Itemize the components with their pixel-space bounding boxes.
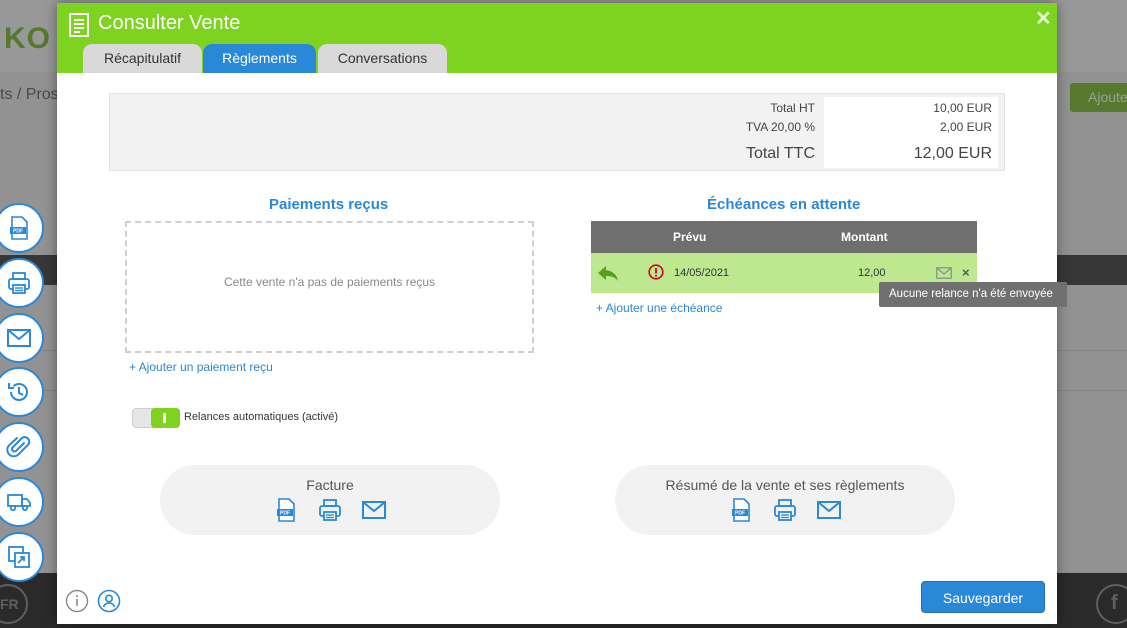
relance-tooltip: Aucune relance n'a été envoyée [879,282,1067,307]
modal-header: Consulter Vente ✕ Récapitulatif Règlemen… [57,3,1057,73]
add-echeance-link[interactable]: + Ajouter une échéance [596,301,722,315]
truck-icon [7,494,31,512]
paiements-recus-title: Paiements reçus [269,196,389,213]
printer-icon [8,272,30,294]
tab-reglements[interactable]: Règlements [203,44,316,73]
pdf-icon: PDF [10,216,28,240]
payments-empty-area: Cette vente n'a pas de paiements reçus [125,221,534,353]
tab-recapitulatif[interactable]: Récapitulatif [83,44,202,73]
payments-empty-text: Cette vente n'a pas de paiements reçus [223,275,436,289]
relances-toggle[interactable] [132,408,180,428]
totals-box: Total HT TVA 20,00 % Total TTC 10,00 EUR… [109,93,1005,171]
info-icon[interactable] [65,589,89,613]
modal-title: Consulter Vente [98,12,241,34]
echeance-amount: 12,00 [858,267,886,279]
mail-icon[interactable] [936,267,952,279]
add-payment-link[interactable]: + Ajouter un paiement reçu [129,360,273,374]
delete-icon[interactable]: × [962,265,970,280]
svg-text:PDF: PDF [13,229,23,235]
paperclip-icon [6,436,31,458]
mail-icon[interactable] [361,497,387,523]
close-icon[interactable]: ✕ [1035,6,1052,31]
total-ht-label: Total HT [770,101,815,115]
totals-values: 10,00 EUR 2,00 EUR 12,00 EUR [824,97,998,168]
pdf-icon[interactable]: PDF [728,497,754,523]
facture-card: Facture PDF [160,465,500,535]
facture-card-title: Facture [306,477,354,493]
col-prevu: Prévu [673,230,707,244]
tva-label: TVA 20,00 % [745,120,815,134]
printer-icon[interactable] [772,497,798,523]
pdf-icon[interactable]: PDF [273,497,299,523]
document-icon [69,13,89,37]
total-ttc-label: Total TTC [745,145,815,162]
consulter-vente-modal: Consulter Vente ✕ Récapitulatif Règlemen… [57,3,1057,624]
relances-label: Relances automatiques (activé) [184,411,339,423]
mail-icon [7,329,31,347]
printer-icon[interactable] [317,497,343,523]
mail-icon[interactable] [816,497,842,523]
history-icon [8,383,28,401]
toggle-knob [151,408,180,428]
col-montant: Montant [841,230,888,244]
total-ttc-value: 12,00 EUR [913,145,992,162]
resume-card: Résumé de la vente et ses règlements PDF [615,465,955,535]
echeance-date: 14/05/2021 [674,267,730,279]
resume-card-title: Résumé de la vente et ses règlements [665,477,905,493]
warning-icon [648,264,664,280]
svg-text:PDF: PDF [280,511,290,517]
tva-value: 2,00 EUR [939,120,992,134]
echeances-title: Échéances en attente [707,196,861,213]
svg-text:PDF: PDF [735,511,745,517]
total-ht-value: 10,00 EUR [933,101,992,115]
user-icon[interactable] [97,589,121,613]
convert-icon [8,546,30,568]
save-button[interactable]: Sauvegarder [921,581,1045,613]
reply-icon[interactable] [597,264,619,282]
tab-conversations[interactable]: Conversations [318,44,447,73]
echeances-table-header: Prévu Montant [591,221,977,253]
